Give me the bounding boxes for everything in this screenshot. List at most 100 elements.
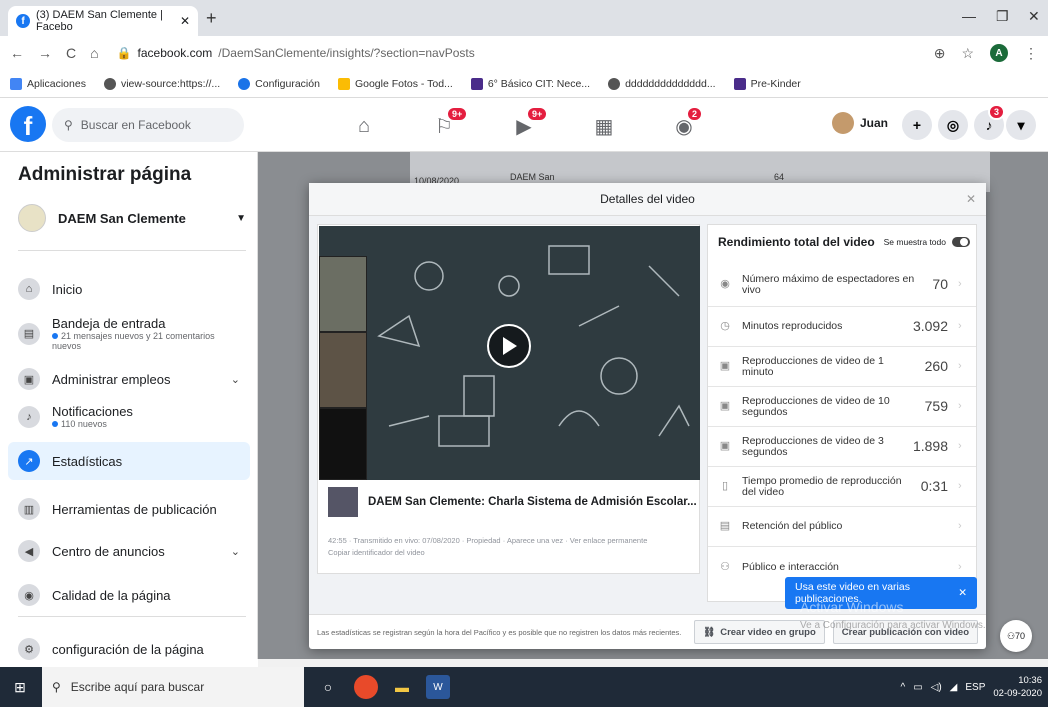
create-button[interactable]: + <box>902 110 932 140</box>
bookmark-apps[interactable]: Aplicaciones <box>10 77 86 90</box>
clock[interactable]: 10:36 02-09-2020 <box>993 674 1042 700</box>
language-indicator[interactable]: ESP <box>965 682 985 693</box>
insights-icon: ↗ <box>18 450 40 472</box>
sidebar-item-notifications[interactable]: ♪ Notificaciones 110 nuevos <box>8 398 250 435</box>
nav-marketplace-icon[interactable]: ▦ <box>584 112 624 140</box>
taskbar-search[interactable]: ⚲ Escribe aquí para buscar <box>42 667 304 707</box>
volume-icon[interactable]: ◁) <box>931 682 942 693</box>
bookmark-6-basico[interactable]: 6° Básico CIT: Nece... <box>470 77 590 90</box>
chevron-up-icon[interactable]: ^ <box>900 682 905 693</box>
nav-watch-icon[interactable]: ▶ 9+ <box>504 106 549 140</box>
close-tab-icon[interactable]: ✕ <box>180 14 190 28</box>
notifications-badge: 3 <box>988 104 1006 120</box>
search-input[interactable]: ⚲ Buscar en Facebook <box>52 108 244 142</box>
sidebar-item-page-settings[interactable]: ⚙ configuración de la página <box>8 632 250 666</box>
zoom-icon[interactable]: ⊕ <box>934 45 946 62</box>
video-meta-line: 42:55 · Transmitido en vivo: 07/08/2020 … <box>328 536 648 545</box>
windows-start-icon[interactable]: ⊞ <box>8 675 32 699</box>
play-icon[interactable] <box>487 324 531 368</box>
network-icon[interactable]: ◢ <box>950 682 958 693</box>
sidebar-item-publishing-tools[interactable]: ▥ Herramientas de publicación <box>8 492 250 526</box>
sidebar-item-page-quality[interactable]: ◉ Calidad de la página <box>8 578 250 612</box>
file-explorer-icon[interactable]: ▬ <box>390 675 414 699</box>
timezone-note: Las estadísticas se registran según la h… <box>317 627 682 637</box>
messenger-icon[interactable]: ◎ <box>938 110 968 140</box>
forward-icon[interactable]: → <box>38 45 52 61</box>
reload-icon[interactable]: C <box>66 45 76 61</box>
nav-groups-icon[interactable]: ◉ 2 <box>664 106 704 140</box>
page-selector[interactable]: DAEM San Clemente ▼ <box>18 204 246 232</box>
briefcase-icon: ▣ <box>18 368 40 390</box>
stat-row-3s-views[interactable]: ▣ Reproducciones de video de 3 segundos 1.… <box>708 427 976 467</box>
modal-header: Detalles del video ✕ <box>309 183 986 216</box>
horizontal-scrollbar[interactable] <box>258 659 1048 667</box>
sidebar-item-inbox[interactable]: ▤ Bandeja de entrada 21 mensajes nuevos y… <box>8 310 250 357</box>
stat-row-audience-retention[interactable]: ▤ Retención del público › <box>708 507 976 547</box>
profile-avatar[interactable]: A <box>990 44 1008 62</box>
stat-row-avg-watch-time[interactable]: ▯ Tiempo promedio de reproducción del vid… <box>708 467 976 507</box>
restore-icon[interactable]: ❐ <box>996 8 1009 25</box>
bookmark-ddd[interactable]: dddddddddddddd... <box>608 77 716 90</box>
eye-icon: ◉ <box>720 278 730 290</box>
copy-video-id-link[interactable]: Copiar identificador del video <box>328 547 688 559</box>
menu-dots-icon[interactable]: ⋮ <box>1024 45 1038 62</box>
stat-row-peak-viewers[interactable]: ◉ Número máximo de espectadores en vivo 70… <box>708 263 976 307</box>
sidebar-item-jobs[interactable]: ▣ Administrar empleos ⌄ <box>8 362 250 396</box>
star-icon[interactable]: ☆ <box>961 45 974 62</box>
bookmark-google-photos[interactable]: Google Fotos - Tod... <box>337 77 453 90</box>
system-tray: ^ ▭ ◁) ◢ ESP 10:36 02-09-2020 <box>900 667 1042 707</box>
profile-chip[interactable]: Juan <box>832 112 888 134</box>
sidebar-item-insights[interactable]: ↗ Estadísticas <box>8 442 250 480</box>
video-title[interactable]: DAEM San Clemente: Charla Sistema de Adm… <box>368 496 697 508</box>
stat-row-1min-views[interactable]: ▣ Reproducciones de video de 1 minuto 260 › <box>708 347 976 387</box>
stat-row-minutes-viewed[interactable]: ◷ Minutos reproducidos 3.092 › <box>708 307 976 347</box>
battery-icon[interactable]: ▭ <box>913 682 922 693</box>
url-field[interactable]: 🔒 facebook.com/DaemSanClemente/insights/… <box>117 46 475 60</box>
nav-home-icon[interactable]: ⌂ <box>344 112 384 140</box>
user-name: Juan <box>860 116 889 130</box>
chat-bubble[interactable]: ⚇ 70 <box>1000 620 1032 652</box>
browser-tab[interactable]: f (3) DAEM San Clemente | Facebo ✕ <box>8 6 198 36</box>
new-tab-button[interactable]: + <box>206 8 217 29</box>
close-icon[interactable]: ✕ <box>966 183 976 216</box>
post-reach: 64 <box>774 172 785 182</box>
apps-icon <box>10 77 22 90</box>
chevron-down-icon: ⌄ <box>230 373 240 386</box>
sidebar-title: Administrar página <box>18 164 192 185</box>
chrome-icon[interactable] <box>354 675 378 699</box>
classroom-icon <box>470 77 483 90</box>
stat-row-10s-views[interactable]: ▣ Reproducciones de video de 10 segundos 7… <box>708 387 976 427</box>
back-icon[interactable]: ← <box>10 45 24 61</box>
search-icon: ⚲ <box>64 118 73 132</box>
close-toast-icon[interactable]: ✕ <box>958 587 967 599</box>
chevron-right-icon: › <box>958 480 962 492</box>
bookmark-view-source[interactable]: view-source:https://... <box>103 77 220 90</box>
facebook-logo-icon[interactable]: f <box>10 106 46 142</box>
home-icon[interactable]: ⌂ <box>90 45 98 61</box>
sidebar-item-inicio[interactable]: ⌂ Inicio <box>8 272 250 306</box>
notifications-bell-icon[interactable]: ♪ 3 <box>974 104 1006 140</box>
globe-icon <box>103 77 116 90</box>
sidebar-item-ad-center[interactable]: ◀ Centro de anuncios ⌄ <box>8 534 250 568</box>
lock-icon: ⛓ <box>703 626 716 638</box>
video-player[interactable] <box>319 226 700 480</box>
nav-pages-icon[interactable]: ⚐ 9+ <box>424 106 469 140</box>
address-bar: ← → C ⌂ 🔒 facebook.com/DaemSanClemente/i… <box>0 36 1048 70</box>
video-thumbnail <box>328 487 358 517</box>
task-view-icon[interactable]: ○ <box>316 675 340 699</box>
divider <box>18 616 246 617</box>
webcam-tile-2 <box>319 332 367 408</box>
toggle-switch[interactable] <box>952 237 970 247</box>
bookmark-config[interactable]: Configuración <box>238 77 320 90</box>
bookmark-pre-kinder[interactable]: Pre-Kinder <box>733 77 801 90</box>
megaphone-icon: ◀ <box>18 540 40 562</box>
account-menu-chevron-icon[interactable]: ▾ <box>1006 110 1036 140</box>
inbox-count: 21 mensajes nuevos y 21 comentarios nuev… <box>52 331 215 351</box>
show-all-toggle[interactable]: Se muestra todo <box>884 237 970 247</box>
close-window-icon[interactable]: ✕ <box>1028 8 1040 25</box>
word-icon[interactable]: W <box>426 675 450 699</box>
watch-badge: 9+ <box>526 106 549 122</box>
minimize-icon[interactable]: — <box>962 8 976 24</box>
page-avatar <box>18 204 46 232</box>
browser-tab-bar: f (3) DAEM San Clemente | Facebo ✕ + — ❐… <box>0 0 1048 36</box>
